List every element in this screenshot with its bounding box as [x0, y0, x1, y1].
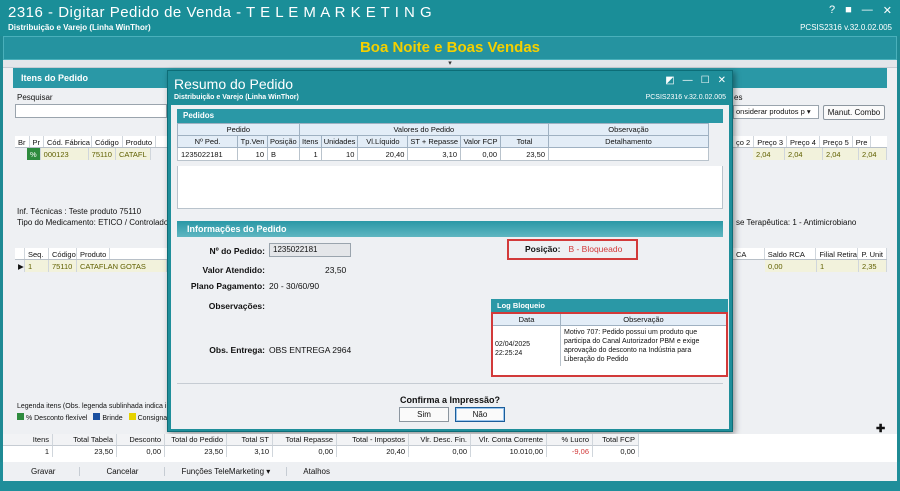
- search-label: Pesquisar: [17, 93, 53, 102]
- confirm-print-text: Confirma a Impressão?: [399, 395, 501, 405]
- window-controls: ? ■ — ✕: [829, 4, 892, 17]
- posicao-label: Posição:: [525, 244, 561, 254]
- items-grid-header: Seq. Código Produto: [15, 248, 167, 260]
- pedidos-table: Pedido Valores do Pedido Observação Nº P…: [177, 123, 709, 161]
- table-row[interactable]: % 000123 75110 CATAFL: [27, 148, 175, 160]
- legend-yellow-icon: [128, 413, 136, 420]
- search-suffix-label: es: [734, 93, 743, 102]
- collapse-bar[interactable]: ▾: [3, 60, 897, 68]
- log-observation: Motivo 707: Pedido possui um produto que…: [564, 329, 700, 363]
- sim-button[interactable]: Sim: [399, 407, 449, 422]
- pedidos-table-empty-area: [177, 166, 723, 209]
- dialog-minimize-icon[interactable]: —: [683, 75, 693, 86]
- dialog-maximize-icon[interactable]: ☐: [701, 75, 710, 86]
- log-date: 02/04/2025 22:25:24: [493, 326, 561, 366]
- resumo-pedido-dialog: Resumo do Pedido Distribuição e Varejo (…: [167, 70, 733, 432]
- obs-entrega-label: Obs. Entrega:: [209, 345, 265, 355]
- cancelar-button[interactable]: Cancelar: [80, 467, 166, 476]
- log-bloqueio-table: Data Observação 02/04/2025 22:25:24 Moti…: [491, 312, 728, 377]
- log-columns: Data Observação: [493, 314, 726, 326]
- inf-tecnicas: Inf. Técnicas : Teste produto 75110: [17, 207, 142, 216]
- discount-flex-icon: %: [27, 148, 41, 160]
- info-pedido-header: Informações do Pedido: [177, 221, 723, 237]
- help-icon[interactable]: ?: [829, 4, 835, 17]
- valor-atendido-value: 23,50: [325, 265, 347, 275]
- separator: [177, 383, 723, 384]
- table-row[interactable]: 2,04 2,04 2,04 2,04: [753, 148, 887, 160]
- window-subtitle: Distribuição e Varejo (Linha WinThor): [8, 23, 151, 32]
- atalhos-button[interactable]: Atalhos: [287, 467, 346, 476]
- log-bloqueio-header: Log Bloqueio: [491, 299, 728, 312]
- products-grid-header: Br Pr Cód. Fábrica Código Produto: [15, 136, 175, 148]
- posicao-box: Posição: B - Bloqueado: [507, 239, 638, 260]
- dialog-version: PCSIS2316 v.32.0.02.005: [645, 94, 726, 101]
- obs-entrega-value: OBS ENTREGA 2964: [269, 345, 352, 355]
- search-input[interactable]: [15, 104, 167, 118]
- totals-panel: Itens Total Tabela Desconto Total do Ped…: [3, 434, 897, 462]
- dialog-close-icon[interactable]: ✕: [718, 75, 726, 86]
- table-row[interactable]: 1235022181 10 B 1 10 20,40 3,10 0,00 23,…: [177, 147, 709, 161]
- legend-items: % Desconto flexível Brinde Consignado: [17, 413, 175, 422]
- window-titlebar: 2316 - Digitar Pedido de Venda - T E L E…: [0, 0, 900, 36]
- dialog-restore-icon[interactable]: ◩: [665, 75, 674, 86]
- posicao-value: B - Bloqueado: [568, 244, 623, 254]
- pedidos-header: Pedidos: [177, 109, 723, 123]
- greeting-text: Boa Noite e Boas Vendas: [359, 39, 541, 56]
- dialog-subtitle: Distribuição e Varejo (Linha WinThor): [174, 94, 299, 101]
- row-pointer-icon: ▶: [15, 260, 25, 272]
- greeting-banner: Boa Noite e Boas Vendas: [3, 36, 897, 60]
- dialog-title: Resumo do Pedido: [174, 76, 294, 92]
- bottom-toolbar: Gravar Cancelar Funções TeleMarketing ▾ …: [0, 462, 900, 491]
- dialog-body: Pedidos Pedido Valores do Pedido Observa…: [171, 105, 729, 429]
- considerar-select[interactable]: onsiderar produtos p ▾: [733, 105, 819, 119]
- price-grid-header: ço 2 Preço 3 Preço 4 Preço 5 Pre: [733, 136, 887, 148]
- gravar-button[interactable]: Gravar: [3, 467, 81, 476]
- nao-button[interactable]: Não: [455, 407, 505, 422]
- num-pedido-label: Nº do Pedido:: [209, 246, 265, 256]
- manut-combo-button[interactable]: Manut. Combo: [823, 105, 885, 120]
- num-pedido-field[interactable]: 1235022181: [269, 243, 351, 257]
- legend-text: Legenda itens (Obs. legenda sublinhada i…: [17, 403, 174, 410]
- minimize-icon[interactable]: —: [862, 4, 873, 17]
- funcoes-telemarketing-button[interactable]: Funções TeleMarketing ▾: [165, 467, 288, 476]
- table-row: 1 23,50 0,00 23,50 3,10 0,00 20,40 0,00 …: [3, 446, 897, 457]
- window-version: PCSIS2316 v.32.0.02.005: [800, 23, 892, 32]
- dialog-controls: ◩ — ☐ ✕: [665, 75, 726, 86]
- legend-green-icon: [17, 413, 24, 420]
- tipo-medicamento: Tipo do Medicamento: ETICO / Controlado:: [17, 218, 171, 227]
- right-grid-header: CA Saldo RCA Filial Retira P. Unit: [733, 248, 887, 260]
- legend-blue-icon: [93, 413, 101, 420]
- table-row[interactable]: ▶ 1 75110 CATAFLAN GOTAS: [15, 260, 167, 272]
- table-row[interactable]: 02/04/2025 22:25:24 Motivo 707: Pedido p…: [493, 326, 726, 366]
- plano-pagamento-value: 20 - 30/60/90: [269, 281, 320, 291]
- close-icon[interactable]: ✕: [883, 4, 892, 17]
- totals-header: Itens Total Tabela Desconto Total do Ped…: [3, 434, 897, 446]
- table-row[interactable]: 0,00 1 2,35: [765, 260, 887, 272]
- observacoes-label: Observações:: [208, 301, 265, 311]
- restore-icon[interactable]: ■: [845, 4, 852, 17]
- plano-pagamento-label: Plano Pagamento:: [190, 281, 265, 291]
- valor-atendido-label: Valor Atendido:: [202, 265, 266, 275]
- classe-terapeutica: se Terapêutica: 1 - Antimicrobiano: [736, 218, 857, 227]
- window-title: 2316 - Digitar Pedido de Venda - T E L E…: [8, 4, 433, 21]
